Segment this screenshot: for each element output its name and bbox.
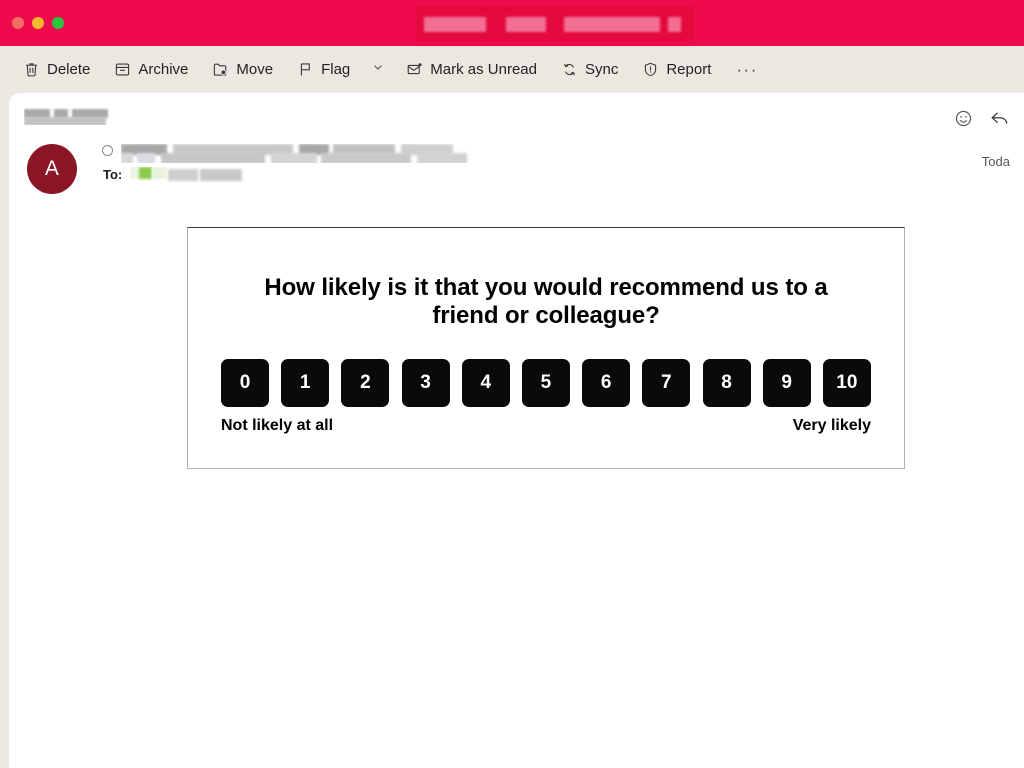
flag-dropdown-button[interactable] [363, 54, 393, 85]
nps-button-0[interactable]: 0 [221, 358, 269, 407]
close-window-button[interactable] [12, 17, 24, 29]
nps-button-9[interactable]: 9 [762, 358, 811, 407]
mail-header-actions: Toda [954, 108, 1010, 169]
flag-label: Flag [321, 61, 351, 78]
presence-indicator-icon [102, 145, 113, 156]
mail-toolbar: Delete Archive Move Flag Mark as Unread … [0, 46, 1024, 93]
mark-as-unread-button[interactable]: Mark as Unread [395, 55, 548, 84]
chevron-down-icon [371, 60, 385, 79]
nps-button-8[interactable]: 8 [702, 358, 751, 407]
shield-alert-icon [642, 61, 659, 78]
window-title-redacted [416, 6, 694, 41]
to-label: To: [103, 167, 123, 182]
flag-button[interactable]: Flag [286, 55, 361, 84]
mark-as-unread-label: Mark as Unread [430, 61, 537, 78]
nps-scale: 0 1 2 3 4 5 6 7 8 9 10 Not likely at all… [221, 358, 871, 435]
nps-scale-buttons: 0 1 2 3 4 5 6 7 8 9 10 [221, 358, 871, 407]
delete-label: Delete [47, 61, 91, 78]
move-label: Move [236, 61, 274, 78]
mail-app-window: Delete Archive Move Flag Mark as Unread … [0, 0, 1024, 768]
nps-button-6[interactable]: 6 [582, 358, 631, 407]
nps-low-label: Not likely at all [221, 416, 334, 434]
archive-label: Archive [138, 61, 189, 78]
envelope-unread-icon [406, 61, 423, 78]
nps-button-3[interactable]: 3 [401, 358, 450, 407]
subject-redacted [24, 108, 109, 125]
archive-button[interactable]: Archive [103, 55, 199, 84]
more-options-button[interactable]: ··· [724, 59, 769, 81]
trash-icon [23, 61, 40, 78]
maximize-window-button[interactable] [52, 17, 64, 29]
traffic-lights [12, 17, 64, 29]
nps-button-5[interactable]: 5 [521, 358, 570, 407]
nps-high-label: Very likely [792, 416, 871, 434]
report-button[interactable]: Report [631, 55, 722, 84]
avatar: A [27, 144, 77, 194]
smiley-icon[interactable] [954, 109, 973, 128]
delete-button[interactable]: Delete [12, 55, 101, 84]
move-button[interactable]: Move [201, 55, 284, 84]
sender-redacted [121, 144, 485, 163]
sync-icon [561, 61, 578, 78]
sync-button[interactable]: Sync [550, 55, 629, 84]
nps-button-2[interactable]: 2 [341, 358, 390, 407]
archive-box-icon [114, 61, 131, 78]
window-titlebar [0, 0, 1024, 46]
sync-label: Sync [584, 61, 619, 78]
minimize-window-button[interactable] [32, 17, 44, 29]
nps-survey-card: How likely is it that you would recommen… [187, 227, 905, 469]
mail-date: Toda [981, 154, 1010, 169]
reading-pane: A To: Toda How likely is it that you wou… [9, 93, 1024, 768]
mail-header: A To: Toda [9, 93, 1024, 210]
folder-move-icon [212, 61, 229, 78]
nps-button-7[interactable]: 7 [642, 358, 691, 407]
to-recipient-redacted [130, 167, 245, 183]
reply-arrow-icon[interactable] [989, 108, 1010, 129]
nps-button-4[interactable]: 4 [461, 358, 510, 407]
report-label: Report [666, 61, 712, 78]
nps-button-1[interactable]: 1 [281, 358, 330, 407]
flag-icon [297, 61, 314, 78]
survey-question: How likely is it that you would recommen… [264, 274, 828, 330]
nps-button-10[interactable]: 10 [822, 358, 871, 407]
nps-scale-labels: Not likely at all Very likely [221, 417, 871, 435]
